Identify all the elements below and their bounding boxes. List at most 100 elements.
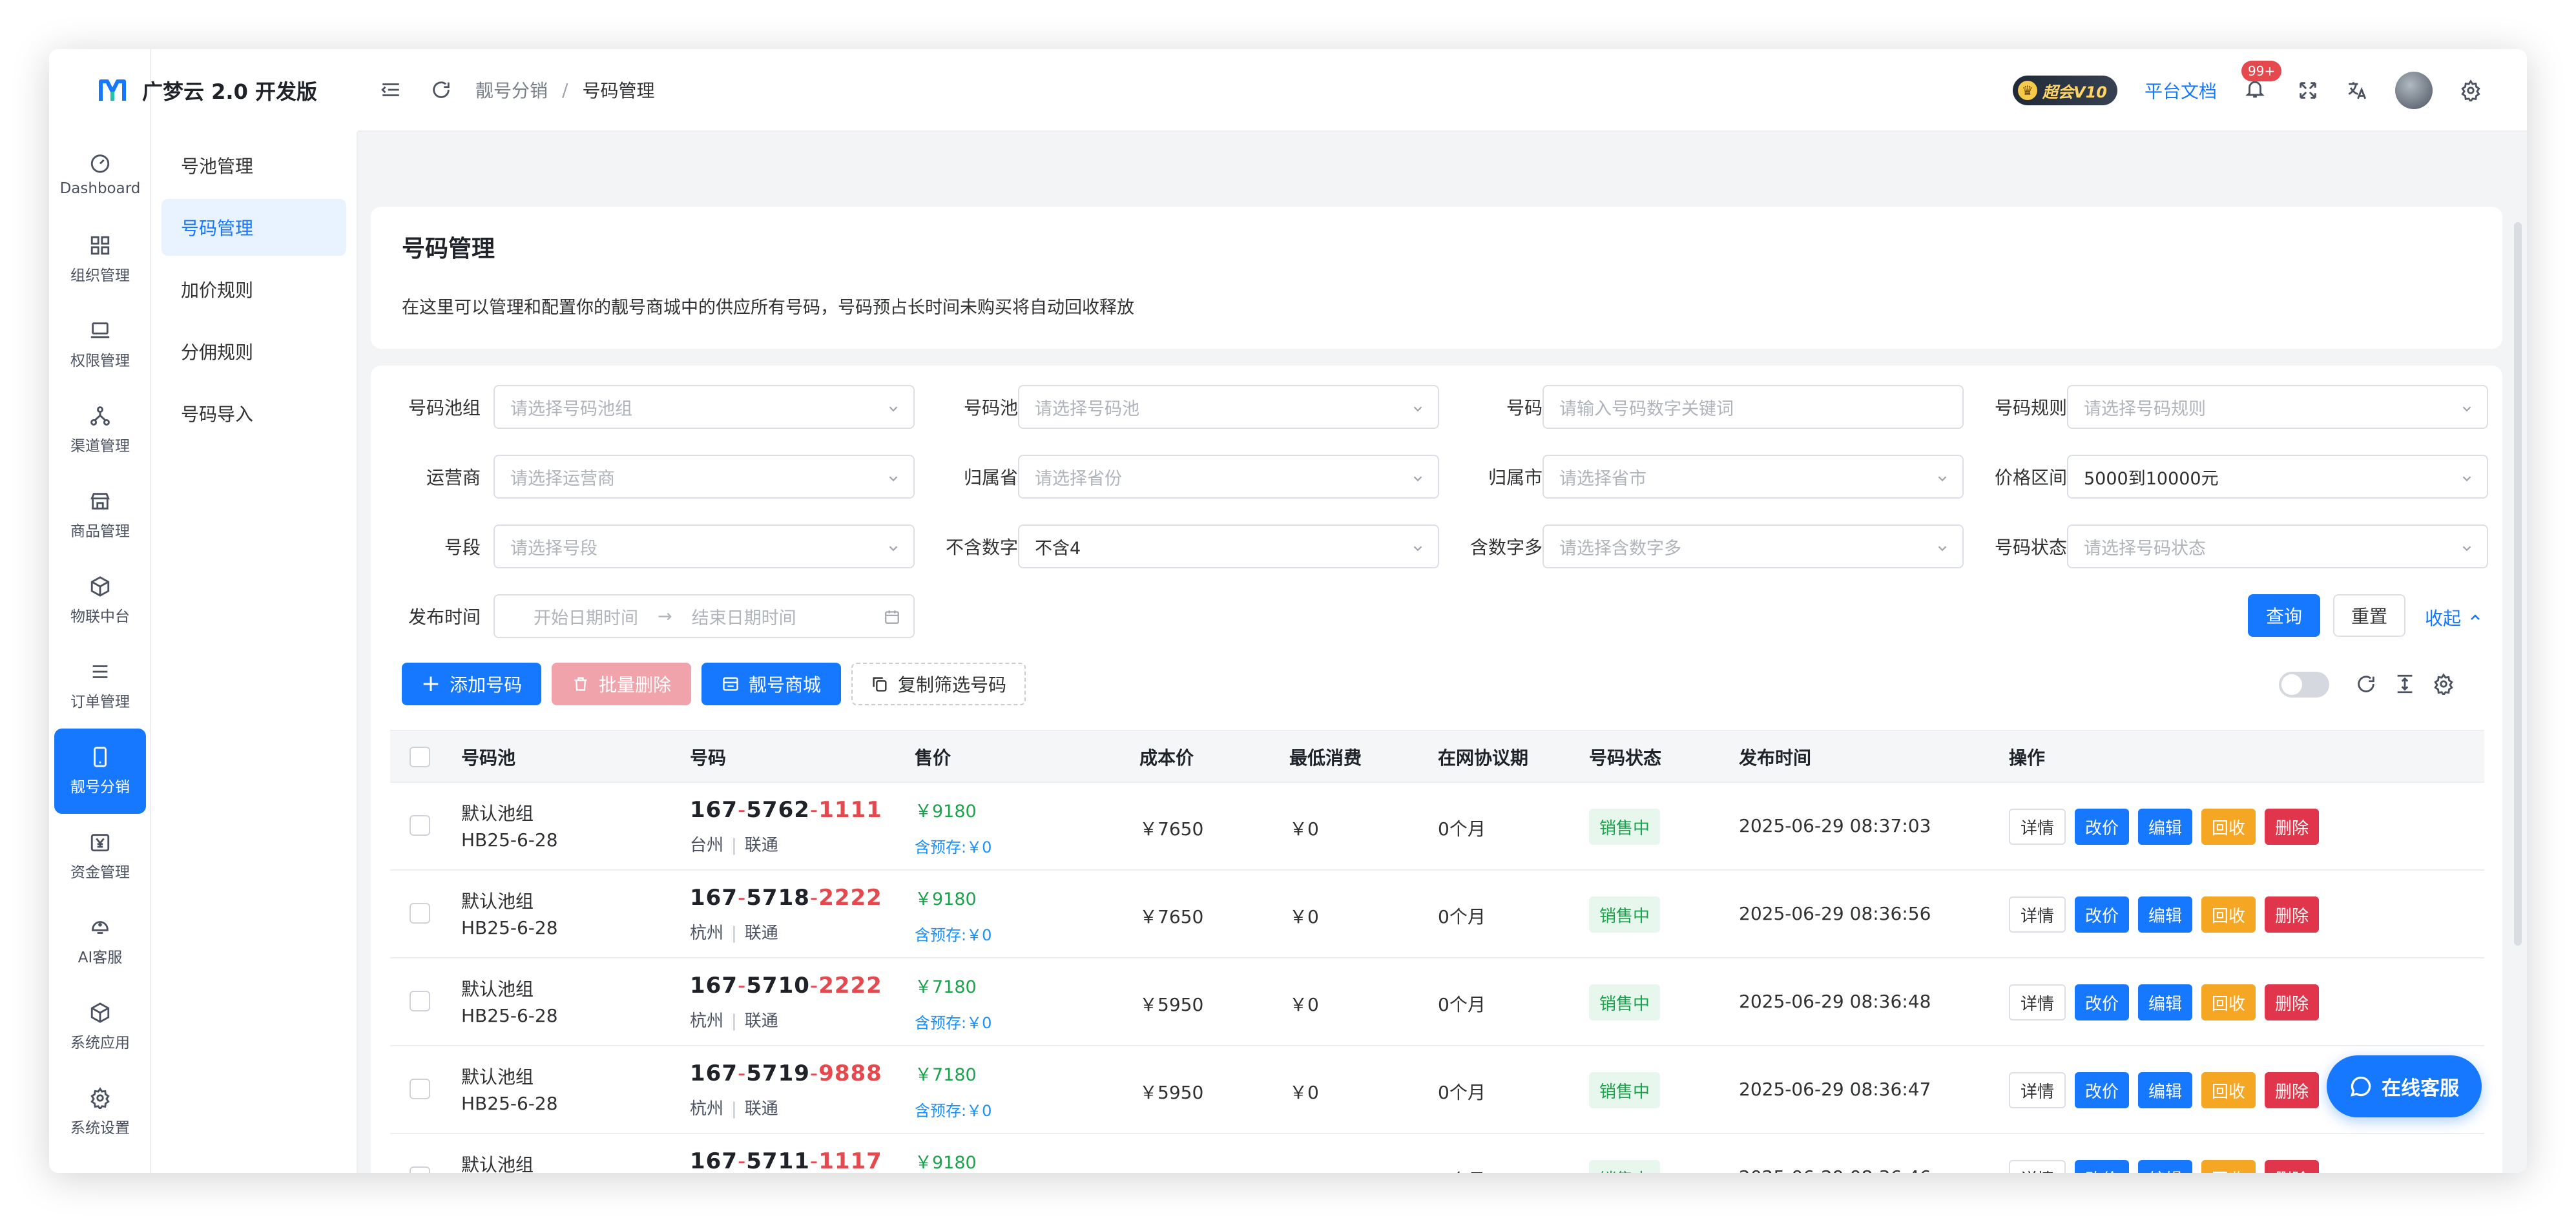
fullscreen-icon[interactable] xyxy=(2297,79,2319,101)
table-row[interactable]: 默认池组 HB25-6-28 167-5719-9888 杭州 | 联通 ￥7180 含预存:… xyxy=(390,1046,2484,1134)
recycle-button[interactable]: 回收 xyxy=(2201,809,2256,845)
publish-time-range-picker[interactable]: 开始日期时间 → 结束日期时间 xyxy=(493,594,915,638)
docs-link[interactable]: 平台文档 xyxy=(2145,78,2217,103)
detail-button[interactable]: 详情 xyxy=(2009,809,2066,845)
column-height-icon[interactable] xyxy=(2394,673,2416,695)
segment-select[interactable]: 请选择号段 xyxy=(493,524,915,568)
rail-item-8[interactable]: 资金管理 xyxy=(49,814,151,899)
row-checkbox[interactable] xyxy=(410,1079,430,1099)
detail-button[interactable]: 详情 xyxy=(2009,896,2066,933)
number-keyword-input[interactable]: 请输入号码数字关键词 xyxy=(1542,385,1964,429)
recycle-button[interactable]: 回收 xyxy=(2201,896,2256,933)
change-price-button[interactable]: 改价 xyxy=(2075,809,2130,845)
change-price-button[interactable]: 改价 xyxy=(2075,984,2130,1020)
city-select[interactable]: 请选择省市 xyxy=(1542,455,1964,499)
phone-number[interactable]: 167-5710-2222 xyxy=(690,973,882,999)
row-checkbox[interactable] xyxy=(410,1166,430,1173)
rail-item-0[interactable]: Dashboard xyxy=(49,132,151,217)
vip-badge[interactable]: ♛ 超会V10 xyxy=(2013,76,2117,105)
copy-filtered-numbers-button[interactable]: 复制筛选号码 xyxy=(851,663,1026,705)
user-avatar[interactable] xyxy=(2395,72,2433,109)
submenu-item-0[interactable]: 号池管理 xyxy=(161,137,346,194)
query-button[interactable]: 查询 xyxy=(2248,594,2320,637)
column-header-0[interactable]: 号码池 xyxy=(461,731,515,783)
detail-button[interactable]: 详情 xyxy=(2009,984,2066,1020)
price-range-select[interactable]: 5000到10000元 xyxy=(2067,455,2488,499)
add-number-button[interactable]: + 添加号码 xyxy=(402,663,541,705)
column-header-1[interactable]: 号码 xyxy=(690,731,726,783)
number-rule-select[interactable]: 请选择号码规则 xyxy=(2067,385,2488,429)
delete-button[interactable]: 删除 xyxy=(2265,896,2320,933)
detail-button[interactable]: 详情 xyxy=(2009,1160,2066,1173)
edit-button[interactable]: 编辑 xyxy=(2138,1160,2193,1173)
column-header-5[interactable]: 在网协议期 xyxy=(1438,731,1528,783)
reset-button[interactable]: 重置 xyxy=(2333,594,2405,637)
change-price-button[interactable]: 改价 xyxy=(2075,1072,2130,1108)
column-header-6[interactable]: 号码状态 xyxy=(1589,731,1661,783)
row-checkbox[interactable] xyxy=(410,815,430,836)
phone-number[interactable]: 167-5718-2222 xyxy=(690,885,882,911)
delete-button[interactable]: 删除 xyxy=(2265,984,2320,1020)
pool-group-select[interactable]: 请选择号码池组 xyxy=(493,385,915,429)
table-row[interactable]: 默认池组 HB25-6-28 167-5718-2222 杭州 | 联通 ￥9180 含预存:… xyxy=(390,871,2484,958)
online-service-button[interactable]: 在线客服 xyxy=(2327,1055,2482,1117)
breadcrumb-item-parent[interactable]: 靓号分销 xyxy=(475,77,548,103)
pool-select[interactable]: 请选择号码池 xyxy=(1018,385,1439,429)
detail-button[interactable]: 详情 xyxy=(2009,1072,2066,1108)
phone-number[interactable]: 167-5719-9888 xyxy=(690,1061,882,1086)
phone-number[interactable]: 167-5711-1117 xyxy=(690,1148,882,1173)
delete-button[interactable]: 删除 xyxy=(2265,1072,2320,1108)
edit-button[interactable]: 编辑 xyxy=(2138,896,2193,933)
row-checkbox[interactable] xyxy=(410,903,430,924)
table-row[interactable]: 默认池组HB25-6-28167-5711-1117杭州|联通￥9180含预存:… xyxy=(390,1134,2484,1173)
refresh-icon[interactable] xyxy=(430,79,452,101)
recycle-button[interactable]: 回收 xyxy=(2201,984,2256,1020)
rail-item-10[interactable]: 系统应用 xyxy=(49,984,151,1070)
contains-digit-select[interactable]: 请选择含数字多 xyxy=(1542,524,1964,568)
rail-item-2[interactable]: 权限管理 xyxy=(49,302,151,388)
submenu-item-4[interactable]: 号码导入 xyxy=(161,385,346,442)
translate-icon[interactable] xyxy=(2346,79,2368,101)
settings-gear-icon[interactable] xyxy=(2460,79,2482,101)
brand[interactable]: 广梦云 2.0 开发版 xyxy=(98,49,317,132)
edit-button[interactable]: 编辑 xyxy=(2138,984,2193,1020)
table-row[interactable]: 默认池组 HB25-6-28 167-5762-1111 台州 | 联通 ￥9180 含预存:… xyxy=(390,783,2484,871)
recycle-button[interactable]: 回收 xyxy=(2201,1072,2256,1108)
rail-item-3[interactable]: 渠道管理 xyxy=(49,388,151,473)
table-refresh-icon[interactable] xyxy=(2355,673,2377,695)
page-scrollbar[interactable] xyxy=(2514,222,2522,946)
column-settings-icon[interactable] xyxy=(2433,673,2455,695)
phone-number[interactable]: 167-5762-1111 xyxy=(690,797,882,823)
submenu-item-2[interactable]: 加价规则 xyxy=(161,261,346,318)
delete-button[interactable]: 删除 xyxy=(2265,809,2320,845)
rail-item-4[interactable]: 商品管理 xyxy=(49,473,151,558)
rail-item-5[interactable]: 物联中台 xyxy=(49,558,151,643)
table-mode-toggle[interactable] xyxy=(2279,672,2329,698)
column-header-3[interactable]: 成本价 xyxy=(1139,731,1194,783)
rail-item-1[interactable]: 组织管理 xyxy=(49,217,151,302)
change-price-button[interactable]: 改价 xyxy=(2075,1160,2130,1173)
select-all-checkbox[interactable] xyxy=(410,747,430,767)
rail-item-7[interactable]: 靓号分销 xyxy=(54,729,146,814)
batch-delete-button[interactable]: 批量删除 xyxy=(552,663,691,705)
edit-button[interactable]: 编辑 xyxy=(2138,1072,2193,1108)
column-header-4[interactable]: 最低消费 xyxy=(1289,731,1362,783)
column-header-8[interactable]: 操作 xyxy=(2009,731,2045,783)
submenu-item-3[interactable]: 分佣规则 xyxy=(161,323,346,380)
province-select[interactable]: 请选择省份 xyxy=(1018,455,1439,499)
menu-fold-icon[interactable] xyxy=(380,79,402,101)
number-status-select[interactable]: 请选择号码状态 xyxy=(2067,524,2488,568)
edit-button[interactable]: 编辑 xyxy=(2138,809,2193,845)
submenu-item-1[interactable]: 号码管理 xyxy=(161,199,346,256)
change-price-button[interactable]: 改价 xyxy=(2075,896,2130,933)
notifications-button[interactable]: 99+ xyxy=(2241,61,2282,103)
row-checkbox[interactable] xyxy=(410,991,430,1011)
column-header-2[interactable]: 售价 xyxy=(915,731,951,783)
rail-item-11[interactable]: 系统设置 xyxy=(49,1070,151,1155)
carrier-select[interactable]: 请选择运营商 xyxy=(493,455,915,499)
collapse-filters-button[interactable]: 收起 xyxy=(2425,605,2483,630)
delete-button[interactable]: 删除 xyxy=(2265,1160,2320,1173)
rail-item-9[interactable]: AI客服 xyxy=(49,899,151,984)
number-mall-button[interactable]: 靓号商城 xyxy=(701,663,841,705)
exclude-digit-select[interactable]: 不含4 xyxy=(1018,524,1439,568)
